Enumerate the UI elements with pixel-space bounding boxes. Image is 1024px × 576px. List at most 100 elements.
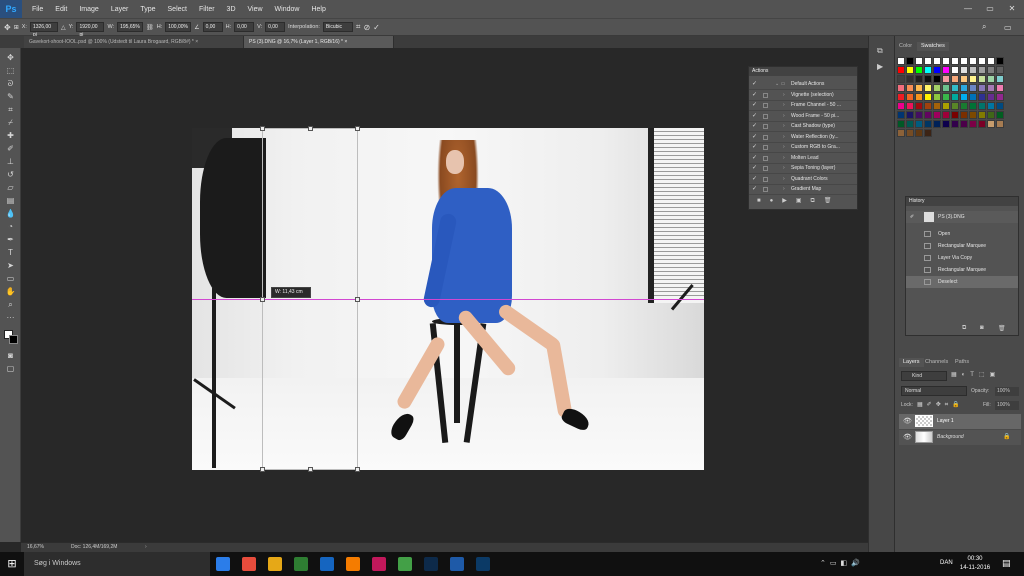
menu-image[interactable]: Image: [73, 6, 104, 13]
color-swatch[interactable]: [978, 120, 986, 128]
trash-icon[interactable]: 🗑: [998, 325, 1006, 332]
dialog-toggle-icon[interactable]: [763, 155, 768, 161]
dialog-toggle-icon[interactable]: [763, 176, 768, 182]
dialog-toggle-icon[interactable]: [763, 124, 768, 129]
layer-row-background[interactable]: 👁 Background 🔒: [899, 430, 1021, 445]
dodge-tool-icon[interactable]: ◔: [4, 221, 17, 232]
transform-handle-b[interactable]: [308, 467, 313, 472]
blur-tool-icon[interactable]: 💧: [4, 208, 17, 219]
color-swatch[interactable]: [906, 66, 914, 74]
tab-gavekort[interactable]: Gavekort-shoot-IOOL.psd @ 100% (Udstedt …: [24, 36, 244, 48]
color-swatch[interactable]: [942, 111, 950, 119]
brush-tool-icon[interactable]: ✐: [4, 143, 17, 154]
history-step[interactable]: Open: [906, 228, 1018, 240]
marquee-tool-icon[interactable]: ⬚: [4, 65, 17, 76]
color-swatch[interactable]: [960, 120, 968, 128]
actions-footer-icons[interactable]: ■●▶▣⧉🗑: [757, 197, 840, 205]
action-toggle-check-icon[interactable]: ✓: [752, 142, 757, 153]
color-swatch[interactable]: [960, 84, 968, 92]
color-swatch[interactable]: [996, 102, 1004, 110]
color-swatch[interactable]: [996, 111, 1004, 119]
dialog-toggle-icon[interactable]: [763, 92, 768, 98]
layer-row-layer1[interactable]: 👁 Layer 1: [899, 414, 1021, 429]
taskbar-app-icon[interactable]: [320, 557, 334, 571]
taskbar-app-icon[interactable]: [476, 557, 490, 571]
taskbar-app-icon[interactable]: [216, 557, 230, 571]
notifications-icon[interactable]: ▤: [1002, 558, 1011, 569]
transform-handle-t[interactable]: [308, 126, 313, 131]
color-swatch[interactable]: [897, 93, 905, 101]
action-row[interactable]: ✓ › Gradient Map: [749, 184, 857, 195]
color-swatch[interactable]: [906, 84, 914, 92]
color-swatch[interactable]: [987, 111, 995, 119]
quick-select-tool-icon[interactable]: ✎: [4, 91, 17, 102]
interpolation-select[interactable]: Bicubic: [322, 22, 353, 32]
color-swatch[interactable]: [933, 111, 941, 119]
menu-help[interactable]: Help: [305, 6, 331, 13]
color-swatch[interactable]: [915, 66, 923, 74]
expand-arrow-icon[interactable]: ›: [783, 111, 785, 122]
tab-color[interactable]: Color: [895, 42, 916, 51]
reference-point-icon[interactable]: ⊞: [14, 24, 19, 31]
expand-arrow-icon[interactable]: ›: [783, 174, 785, 185]
color-swatch[interactable]: [933, 66, 941, 74]
color-swatch[interactable]: [897, 57, 905, 65]
color-swatch[interactable]: [897, 129, 905, 137]
color-swatch[interactable]: [996, 120, 1004, 128]
color-swatch[interactable]: [996, 84, 1004, 92]
layer-name[interactable]: Layer 1: [937, 414, 954, 429]
color-swatch[interactable]: [969, 75, 977, 83]
taskbar-app-icon[interactable]: [450, 557, 464, 571]
color-swatch[interactable]: [906, 129, 914, 137]
color-swatch[interactable]: [933, 102, 941, 110]
color-swatch[interactable]: [924, 57, 932, 65]
color-swatch[interactable]: [951, 57, 959, 65]
maximize-button[interactable]: ▭: [982, 0, 998, 18]
lock-icons[interactable]: ▦✐✥⌗🔒: [917, 401, 964, 409]
status-arrow-icon[interactable]: ›: [145, 543, 147, 552]
menu-type[interactable]: Type: [134, 6, 161, 13]
background-color-swatch[interactable]: [9, 335, 18, 344]
move-tool-preset-icon[interactable]: ✥: [4, 23, 11, 32]
expand-arrow-icon[interactable]: ›: [783, 153, 785, 164]
taskbar-search[interactable]: Søg i Windows: [24, 552, 210, 576]
color-swatch[interactable]: [915, 57, 923, 65]
color-swatch[interactable]: [933, 84, 941, 92]
crop-tool-icon[interactable]: ⌗: [4, 104, 17, 115]
action-row[interactable]: ✓ › Cast Shadow (type): [749, 121, 857, 132]
warp-icon[interactable]: ⌗: [356, 22, 361, 32]
tab-swatches[interactable]: Swatches: [917, 42, 949, 51]
transform-handle-tr[interactable]: [355, 126, 360, 131]
y-field[interactable]: 1920,00 pi: [76, 22, 105, 38]
screen-mode-icon[interactable]: ▢: [4, 363, 17, 374]
color-swatch[interactable]: [969, 66, 977, 74]
color-swatch[interactable]: [960, 75, 968, 83]
color-swatch[interactable]: [897, 84, 905, 92]
color-swatch[interactable]: [969, 102, 977, 110]
dialog-toggle-icon[interactable]: [763, 166, 768, 171]
color-swatch[interactable]: [906, 57, 914, 65]
color-swatch[interactable]: [987, 102, 995, 110]
new-document-from-state-icon[interactable]: ⧉: [962, 325, 966, 332]
color-swatch[interactable]: [906, 120, 914, 128]
taskbar-app-icon[interactable]: [424, 557, 438, 571]
color-swatch[interactable]: [924, 66, 932, 74]
color-swatch[interactable]: [924, 102, 932, 110]
gradient-tool-icon[interactable]: ▤: [4, 195, 17, 206]
tray-icons[interactable]: ⌃▭◧🔊: [820, 559, 864, 567]
healing-tool-icon[interactable]: ✚: [4, 130, 17, 141]
layer-filter-select[interactable]: Kind: [901, 371, 947, 381]
dialog-toggle-icon[interactable]: [763, 187, 768, 192]
action-toggle-check-icon[interactable]: ✓: [752, 184, 757, 195]
color-swatch[interactable]: [987, 84, 995, 92]
w-field[interactable]: 195,65%: [117, 22, 144, 32]
search-icon[interactable]: ⌕: [982, 22, 986, 32]
action-toggle-check-icon[interactable]: ✓: [752, 163, 757, 174]
action-row[interactable]: ✓ › Water Reflection (ty...: [749, 132, 857, 143]
color-swatch[interactable]: [951, 66, 959, 74]
color-swatch[interactable]: [969, 120, 977, 128]
action-toggle-check-icon[interactable]: ✓: [752, 79, 757, 90]
transform-handle-l[interactable]: [260, 297, 265, 302]
action-set-row[interactable]: ✓ ⌄ ▭ Default Actions: [749, 79, 857, 90]
color-swatch[interactable]: [978, 75, 986, 83]
